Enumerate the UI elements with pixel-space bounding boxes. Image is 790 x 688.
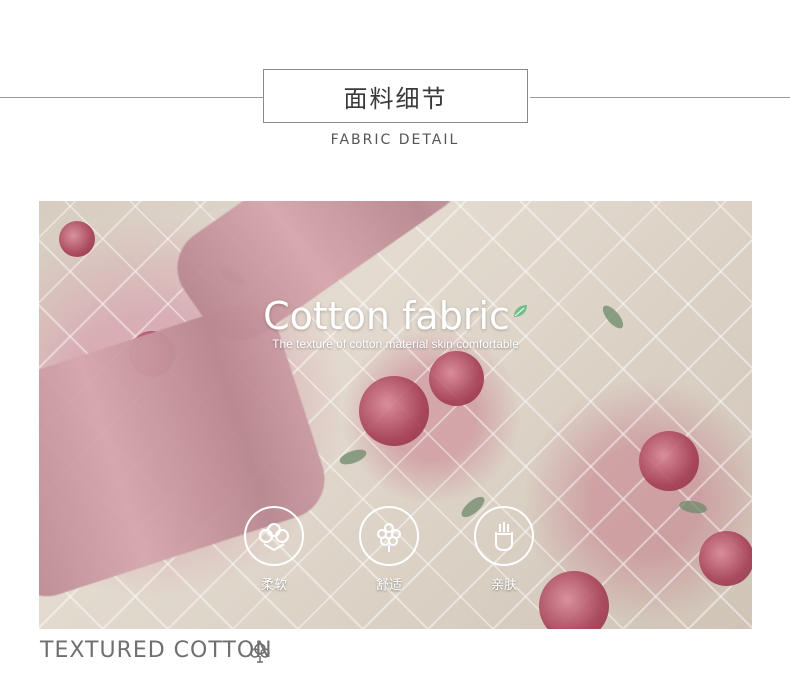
rose-decoration [359,376,429,446]
flower-icon [359,506,419,566]
hero-subtitle: The texture of cotton material skin comf… [272,337,519,351]
hero-title: Cotton fabric [39,294,752,338]
feature-soft: 柔软 [239,506,309,596]
feature-label: 柔软 [260,578,287,593]
rose-decoration [59,221,95,257]
hand-icon [474,506,534,566]
section-title: 面料细节 [263,69,528,123]
header-divider-right [530,97,790,98]
header-divider-left [0,97,263,98]
hero-title-text: Cotton fabric [263,294,510,338]
feature-comfort: 舒适 [354,506,424,596]
feature-label: 舒适 [375,578,402,593]
feature-list: 柔软 舒适 亲肤 [239,506,559,596]
cotton-boll-icon [250,643,270,663]
feature-label: 亲肤 [490,578,517,593]
rose-decoration [429,351,484,406]
rose-decoration [639,431,699,491]
rose-decoration [699,531,752,586]
footer-label: TEXTURED COTTON [40,638,273,663]
section-subtitle: FABRIC DETAIL [330,132,460,148]
feature-skin-friendly: 亲肤 [469,506,539,596]
cotton-icon [244,506,304,566]
fabric-photo: Cotton fabric The texture of cotton mate… [39,201,752,629]
leaf-icon [513,305,527,317]
